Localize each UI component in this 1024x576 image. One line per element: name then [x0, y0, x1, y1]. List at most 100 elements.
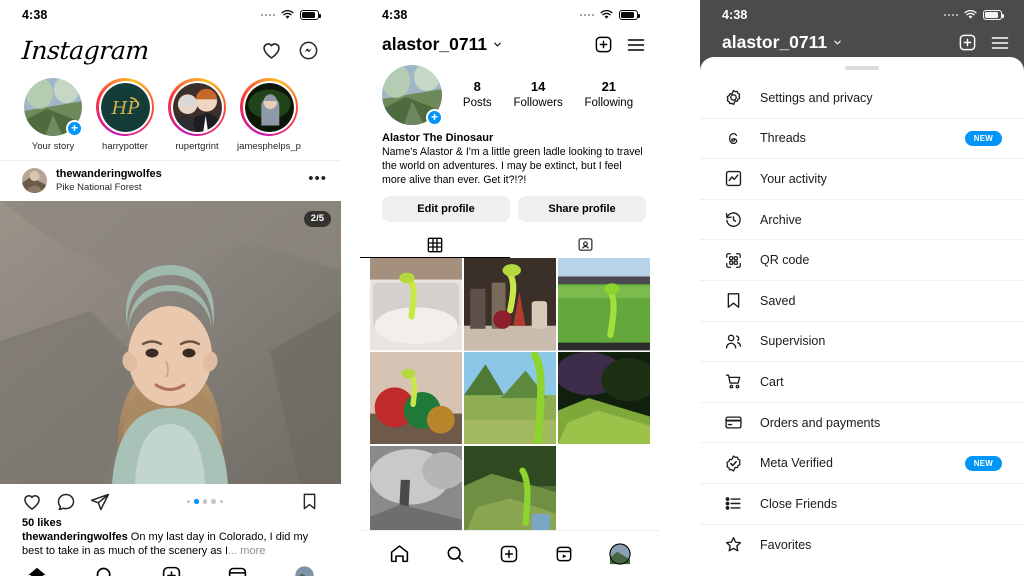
post-username[interactable]: thewanderingwolfes	[56, 168, 308, 182]
feed-header-icons	[261, 40, 319, 61]
profile-stats: 8 Posts 14 Followers 21 Following	[442, 79, 644, 110]
profile-avatar-icon[interactable]	[609, 542, 631, 565]
menu-item-settings-and-privacy[interactable]: Settings and privacy	[700, 78, 1024, 119]
hamburger-icon[interactable]	[626, 35, 646, 55]
menu-item-archive[interactable]: Archive	[700, 200, 1024, 241]
status-bar-time: 4:38	[722, 8, 748, 22]
menu-item-meta-verified[interactable]: Meta Verified NEW	[700, 443, 1024, 484]
home-icon[interactable]	[389, 543, 410, 564]
reels-icon[interactable]	[227, 565, 248, 576]
grid-post[interactable]	[370, 258, 463, 351]
bottom-nav[interactable]	[0, 559, 341, 576]
bottom-nav[interactable]	[360, 530, 660, 576]
stories-tray[interactable]: + Your story HP harrypotter rupertgrint …	[0, 70, 341, 156]
home-icon[interactable]	[26, 565, 48, 576]
menu-panel-top: 4:38 alastor_0711	[700, 0, 1024, 59]
story-item[interactable]: jamesphelps_p	[237, 78, 301, 152]
profile-bio: Name's Alastor & I'm a little green ladl…	[382, 146, 643, 187]
instagram-logo: Instagram	[20, 35, 150, 65]
menu-item-qr-code[interactable]: QR code	[700, 240, 1024, 281]
menu-item-label: Close Friends	[760, 496, 838, 511]
add-icon[interactable]	[594, 35, 613, 54]
grid-post[interactable]	[557, 352, 650, 445]
stat-following[interactable]: 21 Following	[585, 79, 634, 110]
menu-item-your-activity[interactable]: Your activity	[700, 159, 1024, 200]
drawer-handle[interactable]	[845, 66, 879, 70]
messenger-icon[interactable]	[298, 40, 319, 61]
create-icon[interactable]	[161, 565, 182, 576]
caption-username[interactable]: thewanderingwolfes	[22, 531, 128, 543]
hamburger-icon[interactable]	[990, 33, 1010, 53]
menu-item-orders-and-payments[interactable]: Orders and payments	[700, 403, 1024, 444]
status-bar-indicators	[260, 10, 321, 20]
post-location[interactable]: Pike National Forest	[56, 182, 308, 194]
profile-header: alastor_0711	[360, 30, 660, 61]
post-header: thewanderingwolfes Pike National Forest …	[0, 161, 341, 201]
story-item[interactable]: HP harrypotter	[94, 78, 156, 152]
search-icon[interactable]	[94, 565, 115, 576]
menu-item-saved[interactable]: Saved	[700, 281, 1024, 322]
menu-item-cart[interactable]: Cart	[700, 362, 1024, 403]
story-ring: +	[24, 78, 83, 137]
status-bar-time: 4:38	[382, 8, 408, 22]
threads-icon	[722, 127, 744, 149]
create-icon[interactable]	[499, 544, 519, 564]
reels-icon[interactable]	[554, 544, 574, 564]
tab-tagged[interactable]	[510, 232, 660, 258]
profile-username-dropdown[interactable]: alastor_0711	[382, 34, 503, 55]
menu-item-close-friends[interactable]: Close Friends	[700, 484, 1024, 525]
add-story-plus-badge[interactable]: +	[426, 109, 443, 126]
menu-item-supervision[interactable]: Supervision	[700, 322, 1024, 363]
supervision-people-icon	[722, 330, 744, 352]
story-username: rupertgrint	[175, 141, 219, 152]
archive-clock-icon	[722, 209, 744, 231]
menu-item-label: Favorites	[760, 537, 812, 552]
grid-post[interactable]	[370, 445, 463, 539]
caption-more-link[interactable]: ... more	[228, 545, 265, 557]
grid-post[interactable]	[463, 258, 557, 351]
share-icon[interactable]	[90, 492, 110, 512]
grid-post[interactable]	[463, 352, 557, 445]
post-image[interactable]: 2/5	[0, 200, 341, 484]
grid-post[interactable]	[557, 258, 650, 351]
activity-chart-icon	[722, 168, 744, 190]
share-profile-button[interactable]: Share profile	[518, 196, 646, 223]
profile-username-dropdown[interactable]: alastor_0711	[722, 32, 843, 53]
stat-posts[interactable]: 8 Posts	[463, 79, 492, 110]
comment-icon[interactable]	[56, 492, 76, 512]
post-author-avatar[interactable]	[22, 168, 47, 194]
profile-display-name: Alastor The Dinosaur	[382, 132, 494, 144]
menu-item-threads[interactable]: Threads NEW	[700, 119, 1024, 160]
profile-header-actions	[594, 35, 646, 55]
stat-value: 8	[473, 79, 481, 95]
heart-icon[interactable]	[261, 40, 282, 61]
profile-summary: + 8 Posts 14 Followers 21 Following	[360, 61, 660, 126]
edit-profile-button[interactable]: Edit profile	[382, 196, 510, 223]
profile-avatar-icon[interactable]	[294, 565, 315, 576]
add-icon[interactable]	[958, 33, 977, 52]
profile-username: alastor_0711	[722, 32, 828, 52]
ellipsis-icon[interactable]: •••	[308, 171, 327, 188]
post-actions-left	[22, 492, 110, 512]
stat-label: Following	[584, 96, 634, 109]
menu-item-label: Threads	[760, 131, 806, 146]
battery-icon	[983, 10, 1004, 20]
story-username: harrypotter	[102, 141, 148, 152]
bookmark-icon[interactable]	[300, 492, 319, 511]
profile-avatar-wrap[interactable]: +	[382, 65, 443, 126]
menu-item-favorites[interactable]: Favorites	[700, 525, 1024, 566]
menu-item-label: Saved	[760, 293, 796, 308]
add-story-plus-badge[interactable]: +	[66, 120, 83, 137]
tab-grid[interactable]	[360, 232, 510, 259]
story-item[interactable]: + Your story	[22, 78, 84, 152]
like-icon[interactable]	[22, 492, 42, 512]
grid-post[interactable]	[463, 445, 557, 539]
search-icon[interactable]	[445, 544, 465, 564]
stat-followers[interactable]: 14 Followers	[513, 79, 562, 110]
stat-value: 21	[601, 79, 617, 95]
profile-tabs	[360, 232, 660, 259]
story-ring	[168, 78, 226, 136]
likes-count[interactable]: 50 likes	[0, 514, 341, 530]
story-item[interactable]: rupertgrint	[166, 78, 228, 152]
grid-post[interactable]	[370, 352, 463, 445]
